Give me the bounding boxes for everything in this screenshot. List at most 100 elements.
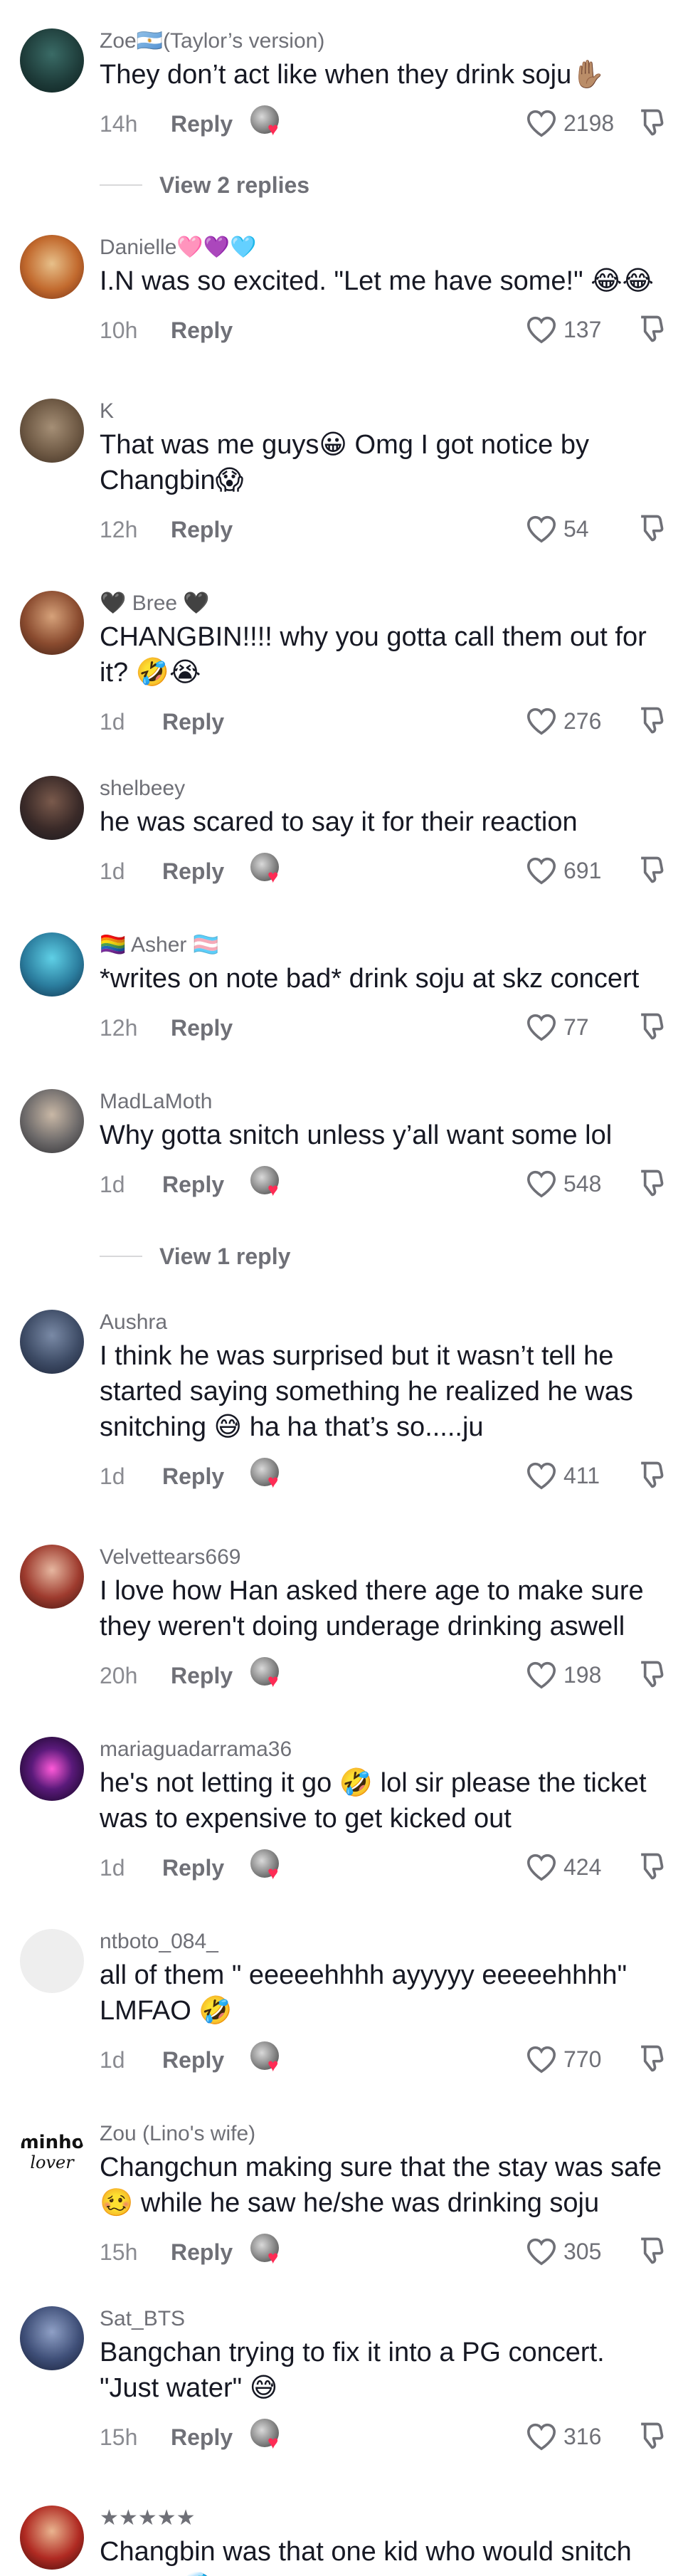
creator-liked-badge: ♥ (250, 2419, 290, 2453)
reply-button[interactable]: Reply (162, 1463, 224, 1490)
comment-meta: 15h Reply ♥ 305 (100, 2231, 669, 2271)
avatar[interactable] (20, 399, 84, 463)
view-replies-label: View 1 reply (159, 1243, 291, 1269)
like-button[interactable]: 548 (525, 1167, 623, 1200)
comment-list: Zoe🇦🇷(Taylor’s version) They don’t act li… (0, 0, 683, 2576)
comment-body: ntboto_084_ all of them " eeeeehhhh ayyyy… (100, 1929, 669, 2078)
dislike-button[interactable] (635, 107, 666, 138)
dislike-button[interactable] (635, 2043, 666, 2074)
avatar[interactable]: minho lover (20, 2121, 84, 2185)
like-button[interactable]: 137 (525, 313, 623, 346)
dislike-icon (641, 1013, 664, 1040)
like-button[interactable]: 198 (525, 1658, 623, 1691)
reply-button[interactable]: Reply (171, 317, 233, 344)
comment-body: Sat_BTS Bangchan trying to fix it into a … (100, 2306, 669, 2456)
comment-username[interactable]: 🖤 Bree 🖤 (100, 591, 669, 616)
comment-body: Aushra I think he was surprised but it wa… (100, 1310, 669, 1495)
comment-meta: 10h Reply 137 (100, 309, 669, 349)
avatar[interactable] (20, 28, 84, 93)
comment-timestamp: 1d (100, 709, 125, 735)
like-button[interactable]: 424 (525, 1851, 623, 1883)
comment-text: CHANGBIN!!!! why you gotta call them out… (100, 622, 647, 688)
dislike-button[interactable] (635, 854, 666, 885)
like-count: 2198 (563, 110, 615, 136)
dislike-button[interactable] (635, 1658, 666, 1690)
avatar[interactable] (20, 2306, 84, 2370)
comment-text: Bangchan trying to fix it into a PG conc… (100, 2338, 605, 2403)
like-button[interactable]: 54 (525, 512, 623, 545)
dislike-icon (641, 2237, 664, 2264)
comment-username[interactable]: Velvettears669 (100, 1545, 669, 1570)
dislike-button[interactable] (635, 705, 666, 736)
dislike-button[interactable] (635, 2420, 666, 2451)
reply-button[interactable]: Reply (162, 1172, 224, 1198)
comment-username[interactable]: K (100, 399, 669, 424)
view-replies-button[interactable]: View 1 reply (100, 1239, 290, 1274)
dislike-icon (641, 1169, 664, 1197)
comment-timestamp: 20h (100, 1663, 138, 1688)
svg-text:lover: lover (30, 2152, 75, 2172)
dislike-button[interactable] (635, 2235, 666, 2266)
reply-button[interactable]: Reply (171, 2239, 233, 2266)
comment-username[interactable]: Danielle🩷💜🩵 (100, 235, 669, 261)
avatar[interactable] (20, 1089, 84, 1153)
comment-timestamp: 15h (100, 2239, 138, 2265)
dislike-button[interactable] (635, 1167, 666, 1199)
reply-button[interactable]: Reply (162, 858, 224, 885)
like-button[interactable]: 305 (525, 2235, 623, 2268)
reply-button[interactable]: Reply (171, 1663, 233, 1689)
dislike-button[interactable] (635, 512, 666, 544)
like-button[interactable]: 770 (525, 2043, 623, 2076)
creator-liked-badge: ♥ (250, 853, 290, 887)
like-button[interactable]: 316 (525, 2420, 623, 2453)
creator-liked-badge: ♥ (250, 1657, 290, 1691)
like-button[interactable]: 2198 (525, 107, 623, 140)
comment-username[interactable]: 🏳️‍🌈 Asher 🏳️‍⚧️ (100, 932, 669, 958)
avatar[interactable] (20, 1929, 84, 1993)
avatar[interactable] (20, 235, 84, 299)
comment-username[interactable]: mariaguadarrama36 (100, 1737, 669, 1762)
comment-username[interactable]: Aushra (100, 1310, 669, 1335)
heart-outline-icon (526, 708, 556, 735)
view-replies-button[interactable]: View 2 replies (100, 167, 309, 203)
avatar[interactable] (20, 1737, 84, 1801)
avatar[interactable] (20, 2506, 84, 2570)
reply-button[interactable]: Reply (171, 517, 233, 543)
comment-text: *writes on note bad* drink soju at skz c… (100, 964, 640, 994)
dislike-button[interactable] (635, 1459, 666, 1491)
dislike-button[interactable] (635, 313, 666, 345)
like-button[interactable]: 77 (525, 1011, 623, 1043)
comment-username[interactable]: shelbeey (100, 776, 669, 801)
comment-text: he's not letting it go 🤣 lol sir please … (100, 1768, 647, 1834)
creator-liked-badge: ♥ (250, 1849, 290, 1883)
avatar[interactable] (20, 1545, 84, 1609)
comment-username[interactable]: Zou (Lino's wife) (100, 2121, 669, 2147)
like-count: 276 (563, 708, 602, 734)
reply-button[interactable]: Reply (162, 709, 224, 735)
reply-button[interactable]: Reply (162, 1855, 224, 1881)
like-button[interactable]: 276 (525, 705, 623, 737)
comment-username[interactable]: ntboto_084_ (100, 1929, 669, 1955)
dislike-icon (641, 315, 664, 342)
dislike-button[interactable] (635, 1851, 666, 1882)
avatar[interactable] (20, 1310, 84, 1374)
comment-username[interactable]: ★★★★★ (100, 2506, 669, 2531)
avatar[interactable] (20, 776, 84, 840)
heart-outline-icon (526, 110, 556, 137)
reply-button[interactable]: Reply (171, 2424, 233, 2451)
avatar[interactable] (20, 932, 84, 997)
reply-button[interactable]: Reply (171, 1015, 233, 1041)
like-count: 691 (563, 857, 602, 883)
comment-text: Changchun making sure that the stay was … (100, 2152, 662, 2218)
comment-username[interactable]: Sat_BTS (100, 2306, 669, 2332)
like-button[interactable]: 411 (525, 1459, 623, 1492)
dislike-icon (641, 2422, 664, 2449)
avatar[interactable] (20, 591, 84, 655)
creator-liked-badge: ♥ (250, 1458, 290, 1492)
like-button[interactable]: 691 (525, 854, 623, 887)
comment-username[interactable]: Zoe🇦🇷(Taylor’s version) (100, 28, 669, 54)
reply-button[interactable]: Reply (162, 2047, 224, 2073)
comment-username[interactable]: MadLaMoth (100, 1089, 669, 1115)
dislike-button[interactable] (635, 1011, 666, 1042)
reply-button[interactable]: Reply (171, 111, 233, 137)
